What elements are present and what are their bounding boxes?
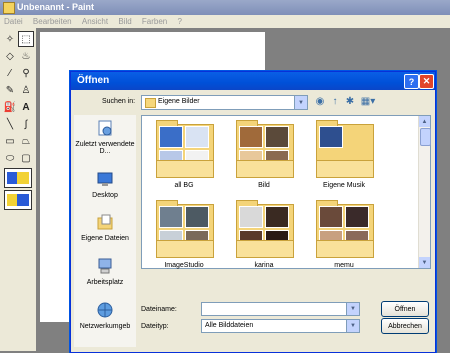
new-folder-icon[interactable]: ✱ bbox=[344, 95, 356, 107]
chevron-down-icon[interactable]: ▼ bbox=[346, 320, 359, 332]
folder-item[interactable]: ImageStudio bbox=[154, 200, 214, 274]
menu-datei[interactable]: Datei bbox=[0, 15, 27, 26]
scroll-up-icon[interactable]: ▲ bbox=[419, 116, 430, 127]
menu-help[interactable]: ? bbox=[174, 15, 186, 26]
computer-icon bbox=[98, 258, 112, 274]
color-picker-tool-icon[interactable]: ⁄ bbox=[3, 66, 17, 80]
file-list-pane: all BG Bild Eigene Musik ImageStudio kar… bbox=[141, 115, 431, 269]
folder-item[interactable]: Eigene Musik bbox=[314, 120, 374, 194]
filename-label: Dateiname: bbox=[141, 306, 177, 313]
folder-name: all BG bbox=[174, 182, 194, 189]
text-tool-icon[interactable]: A bbox=[19, 100, 33, 114]
folder-name: karina bbox=[254, 262, 274, 269]
place-recent[interactable]: Zuletzt verwendete D... bbox=[74, 119, 136, 155]
ellipse-tool-icon[interactable]: ⬭ bbox=[3, 151, 17, 165]
folder-name: Bild bbox=[258, 182, 270, 189]
folder-name: memu bbox=[334, 262, 354, 269]
dialog-title-bar: Öffnen ? ✕ bbox=[71, 72, 435, 90]
magnifier-tool-icon[interactable]: ⚲ bbox=[19, 66, 33, 80]
curve-tool-icon[interactable]: ∫ bbox=[19, 117, 33, 131]
menu-bearbeiten[interactable]: Bearbeiten bbox=[29, 15, 76, 26]
place-network[interactable]: Netzwerkumgeb bbox=[74, 301, 136, 330]
place-desktop-label: Desktop bbox=[92, 192, 118, 199]
menu-ansicht[interactable]: Ansicht bbox=[78, 15, 112, 26]
view-menu-icon[interactable]: ▦▾ bbox=[359, 95, 377, 107]
menu-farben[interactable]: Farben bbox=[138, 15, 171, 26]
paint-app-icon bbox=[3, 2, 15, 14]
free-select-tool-icon[interactable]: ✧ bbox=[3, 32, 17, 46]
open-button[interactable]: Öffnen bbox=[381, 301, 429, 317]
filetype-label: Dateityp: bbox=[141, 323, 169, 330]
folder-item[interactable]: Bild bbox=[234, 120, 294, 194]
help-button[interactable]: ? bbox=[404, 74, 419, 89]
paint-menubar: Datei Bearbeiten Ansicht Bild Farben ? bbox=[0, 15, 450, 28]
color-swatch-secondary-icon[interactable] bbox=[4, 190, 32, 210]
place-documents[interactable]: Eigene Dateien bbox=[74, 213, 136, 242]
places-bar: Zuletzt verwendete D... Desktop Eigene D… bbox=[74, 115, 136, 347]
place-computer-label: Arbeitsplatz bbox=[86, 279, 124, 286]
look-in-label: Suchen in: bbox=[102, 98, 136, 105]
recent-icon bbox=[98, 120, 112, 136]
menu-bild[interactable]: Bild bbox=[114, 15, 135, 26]
look-in-value: Eigene Bilder bbox=[158, 98, 200, 105]
brush-tool-icon[interactable]: ♙ bbox=[19, 83, 33, 97]
place-recent-label: Zuletzt verwendete D... bbox=[75, 141, 135, 155]
rectangle-tool-icon[interactable]: ▭ bbox=[3, 134, 17, 148]
place-computer[interactable]: Arbeitsplatz bbox=[74, 257, 136, 286]
place-documents-label: Eigene Dateien bbox=[81, 235, 129, 242]
chevron-down-icon[interactable]: ▼ bbox=[294, 96, 307, 109]
network-icon bbox=[97, 302, 113, 318]
documents-icon bbox=[97, 214, 113, 230]
dialog-title: Öffnen bbox=[77, 75, 110, 86]
folder-item[interactable]: karina bbox=[234, 200, 294, 274]
line-tool-icon[interactable]: ╲ bbox=[3, 117, 17, 131]
paint-window-title: Unbenannt - Paint bbox=[17, 2, 94, 12]
eraser-tool-icon[interactable]: ◇ bbox=[3, 49, 17, 63]
cancel-button[interactable]: Abbrechen bbox=[381, 318, 429, 334]
filetype-value: Alle Bilddateien bbox=[205, 322, 254, 329]
chevron-down-icon[interactable]: ▼ bbox=[346, 303, 359, 315]
look-in-dropdown[interactable]: Eigene Bilder ▼ bbox=[141, 95, 308, 110]
open-dialog: Öffnen ? ✕ Suchen in: Eigene Bilder ▼ ◉ … bbox=[70, 71, 436, 353]
folder-name: ImageStudio bbox=[164, 262, 204, 269]
vertical-scrollbar[interactable]: ▲ ▼ bbox=[418, 116, 431, 268]
folder-name: Eigene Musik bbox=[322, 182, 366, 189]
desktop-icon bbox=[97, 172, 113, 186]
paint-title-bar: Unbenannt - Paint bbox=[0, 0, 450, 15]
rounded-rect-tool-icon[interactable]: ▢ bbox=[19, 151, 33, 165]
folder-item[interactable]: memu bbox=[314, 200, 374, 274]
folder-item[interactable]: all BG bbox=[154, 120, 214, 194]
filename-input[interactable]: ▼ bbox=[201, 302, 360, 316]
paint-toolbox: ✧ ⬚ ◇ ♨ ⁄ ⚲ ✎ ♙ ⛽ A ╲ ∫ ▭ ⏢ ⬭ ▢ bbox=[0, 28, 37, 351]
polygon-tool-icon[interactable]: ⏢ bbox=[19, 134, 33, 148]
scroll-thumb[interactable] bbox=[420, 128, 431, 146]
rect-select-tool-icon[interactable]: ⬚ bbox=[18, 31, 34, 47]
place-desktop[interactable]: Desktop bbox=[74, 170, 136, 199]
folder-icon bbox=[145, 98, 156, 108]
scroll-down-icon[interactable]: ▼ bbox=[419, 257, 430, 268]
back-icon[interactable]: ◉ bbox=[314, 95, 326, 107]
pencil-tool-icon[interactable]: ✎ bbox=[3, 83, 17, 97]
color-swatch-icon[interactable] bbox=[4, 168, 32, 188]
place-network-label: Netzwerkumgeb bbox=[79, 323, 131, 330]
filetype-select[interactable]: Alle Bilddateien ▼ bbox=[201, 319, 360, 333]
up-folder-icon[interactable]: ↑ bbox=[329, 95, 341, 107]
airbrush-tool-icon[interactable]: ⛽ bbox=[3, 100, 17, 114]
close-button[interactable]: ✕ bbox=[419, 74, 434, 89]
fill-tool-icon[interactable]: ♨ bbox=[19, 49, 33, 63]
